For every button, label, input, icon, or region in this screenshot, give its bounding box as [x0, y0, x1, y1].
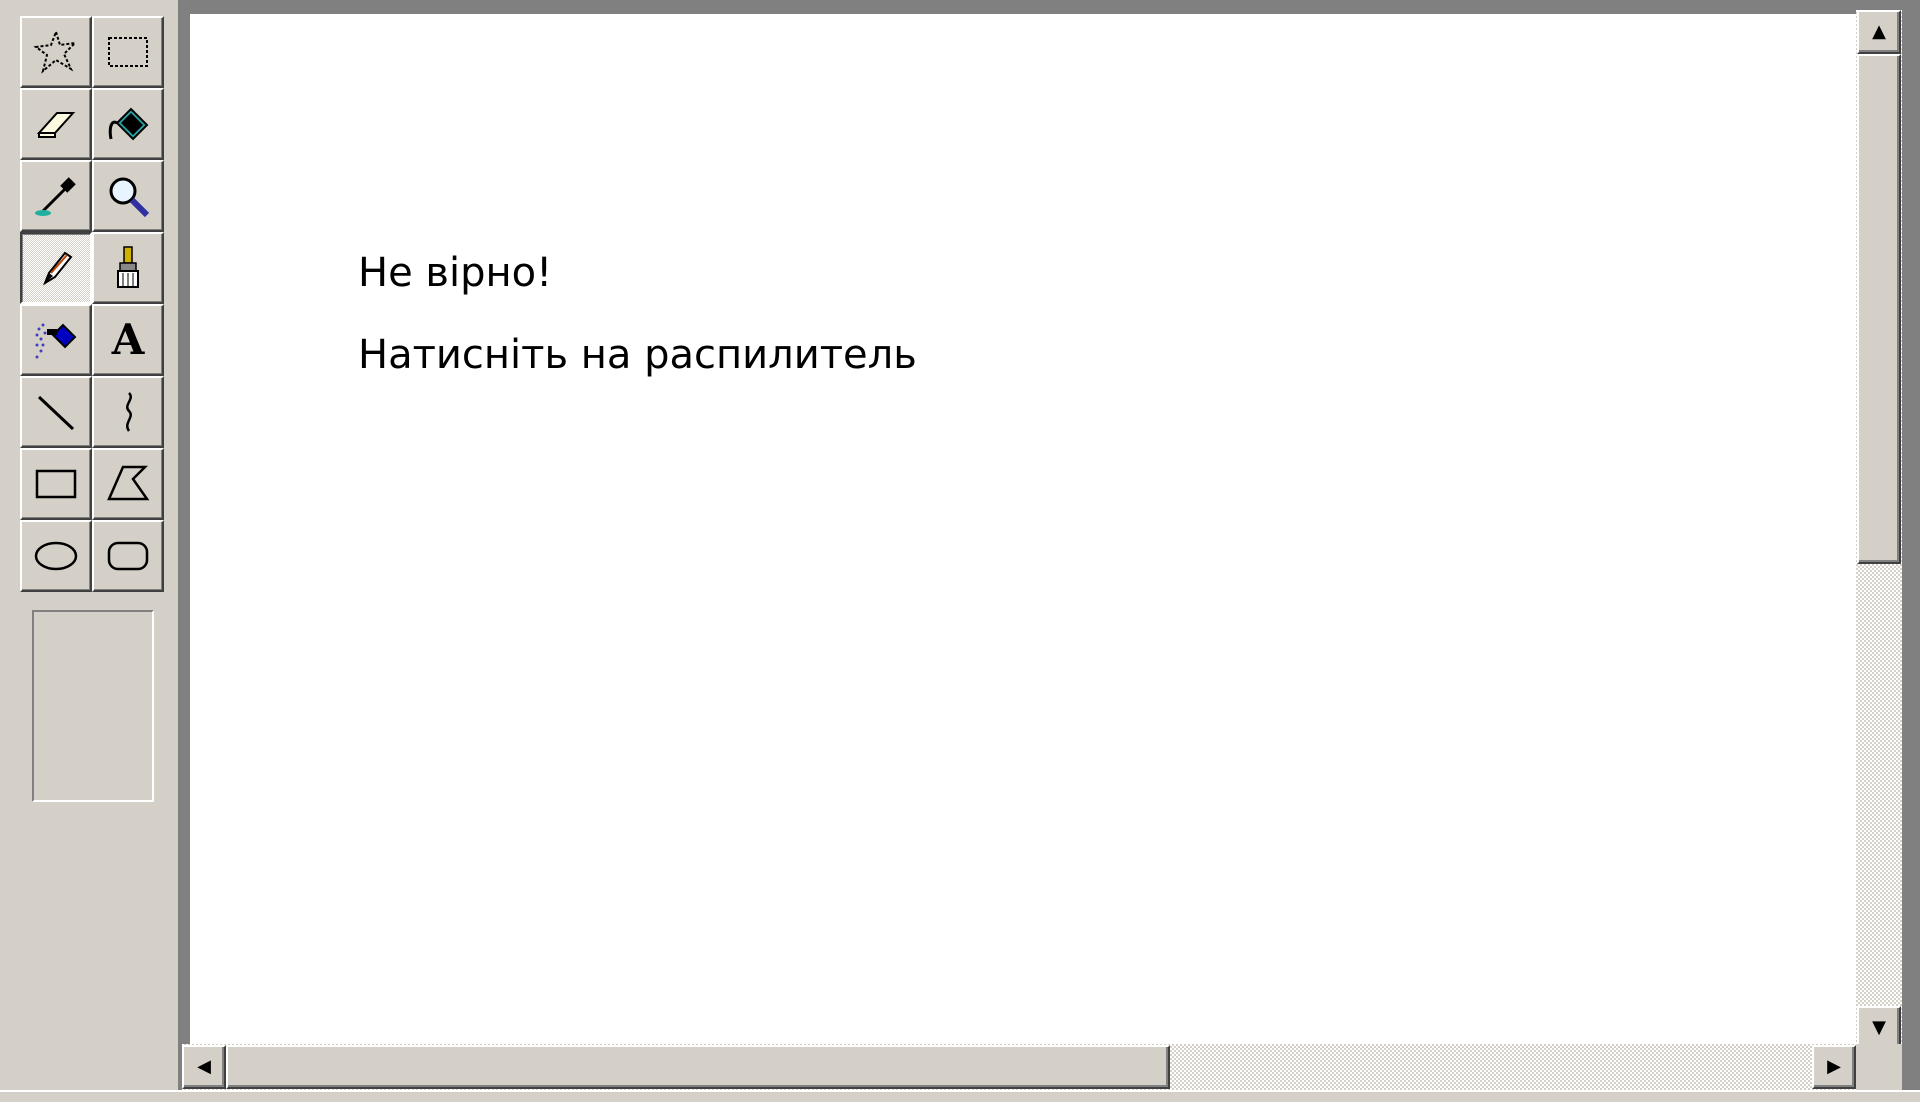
line-tool[interactable]: [20, 376, 92, 448]
arrow-down-icon: ▼: [1872, 1017, 1886, 1038]
polygon-icon: [107, 465, 150, 501]
canvas-text-incorrect: Не вірно!: [358, 250, 553, 296]
magnifier-tool[interactable]: [92, 160, 164, 232]
eyedropper-icon: [35, 177, 76, 216]
rect-select-icon: [108, 37, 148, 67]
airbrush-tool[interactable]: [20, 304, 92, 376]
rounded-rectangle-tool[interactable]: [92, 520, 164, 592]
drawing-canvas[interactable]: Не вірно! Натисніть на распилитель: [190, 14, 1856, 1044]
rounded-rectangle-icon: [107, 541, 149, 571]
magnifier-icon: [109, 177, 150, 218]
select-tool[interactable]: [92, 16, 164, 88]
brush-tool[interactable]: [92, 232, 164, 304]
brush-icon: [117, 246, 139, 288]
free-select-icon: [33, 28, 78, 74]
eraser-tool[interactable]: [20, 88, 92, 160]
vertical-scrollbar[interactable]: ▲ ▼: [1856, 10, 1902, 1050]
paint-window: A Не вірно! Натисніть на распилитель ▲ ▼…: [0, 0, 1920, 1102]
horizontal-scrollbar[interactable]: ◀ ▶: [182, 1044, 1856, 1090]
horizontal-scroll-thumb[interactable]: [226, 1045, 1170, 1089]
airbrush-icon: [35, 323, 77, 359]
window-bottom-edge: [0, 1090, 1920, 1102]
scrollbar-corner: [1856, 1044, 1902, 1090]
scroll-right-button[interactable]: ▶: [1812, 1045, 1856, 1089]
curve-icon: [126, 392, 132, 432]
rectangle-icon: [35, 469, 77, 499]
text-icon: A: [111, 315, 145, 364]
free-form-select-tool[interactable]: [20, 16, 92, 88]
tool-grid: A: [20, 16, 164, 592]
polygon-tool[interactable]: [92, 448, 164, 520]
eraser-icon: [36, 112, 76, 138]
pencil-tool[interactable]: [20, 232, 92, 304]
ellipse-tool[interactable]: [20, 520, 92, 592]
canvas-text-instruction: Натисніть на распилитель: [358, 332, 917, 378]
tool-options-box[interactable]: [32, 610, 154, 802]
curve-tool[interactable]: [92, 376, 164, 448]
pick-color-tool[interactable]: [20, 160, 92, 232]
text-tool[interactable]: A: [92, 304, 164, 376]
rectangle-tool[interactable]: [20, 448, 92, 520]
arrow-right-icon: ▶: [1827, 1056, 1841, 1077]
paint-bucket-icon: [108, 107, 149, 141]
scroll-left-button[interactable]: ◀: [182, 1045, 226, 1089]
vertical-scroll-thumb[interactable]: [1857, 54, 1901, 564]
line-icon: [37, 395, 75, 431]
arrow-left-icon: ◀: [197, 1056, 211, 1077]
fill-with-color-tool[interactable]: [92, 88, 164, 160]
pencil-icon: [42, 251, 73, 286]
scroll-up-button[interactable]: ▲: [1857, 10, 1901, 54]
toolbox: A: [0, 0, 182, 1102]
ellipse-icon: [34, 541, 78, 571]
arrow-up-icon: ▲: [1872, 21, 1886, 42]
